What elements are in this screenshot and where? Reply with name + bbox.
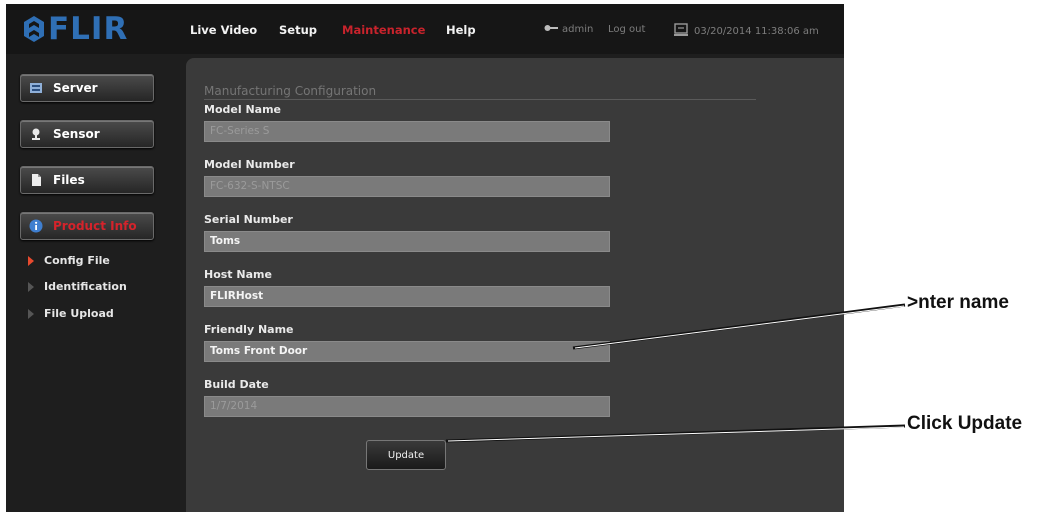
annotation-callout-lines [445,303,906,443]
annotation-click-update: Click Update [907,413,1023,434]
callout-line-enter-name-highlight [574,305,905,349]
annotation-enter-name: >nter name [907,292,1009,313]
callout-line-click-update-highlight [447,426,905,442]
